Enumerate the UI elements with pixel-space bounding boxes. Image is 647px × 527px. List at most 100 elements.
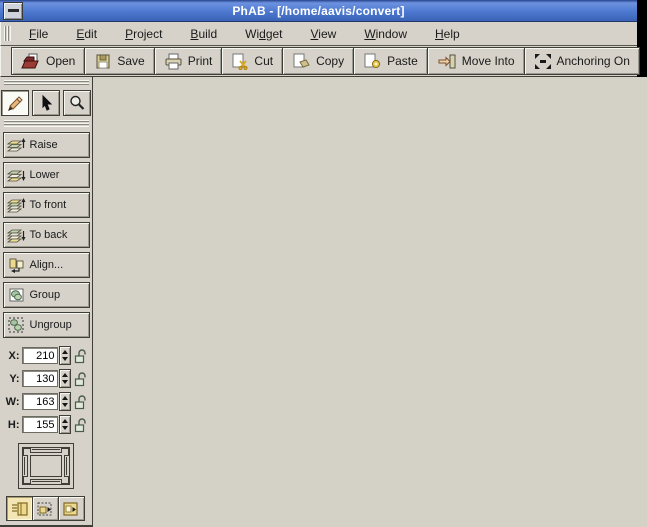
unlock-icon [74,371,87,387]
y-row: Y: [4,369,89,389]
anchoring-label: Anchoring On [557,54,630,68]
to-back-button[interactable]: To back [3,222,90,248]
unlock-icon [74,348,87,364]
copy-label: Copy [316,54,344,68]
group-icon [7,287,27,303]
x-lock-button[interactable] [73,347,89,365]
move-into-label: Move Into [462,54,515,68]
print-label: Print [188,54,213,68]
anchoring-toggle-button[interactable]: Anchoring On [524,47,640,75]
copy-button[interactable]: Copy [282,47,354,75]
shrink-panel-icon [36,501,55,517]
raise-label: Raise [30,139,58,151]
tool-palette [1,90,91,116]
align-button[interactable]: Align... [3,252,90,278]
draw-tool-button[interactable] [1,90,29,116]
anchor-corner-bottom-right[interactable] [62,477,70,485]
select-tool-button[interactable] [32,90,60,116]
panel-grip-mid[interactable] [4,120,89,126]
ungroup-button[interactable]: Ungroup [3,312,90,338]
paste-label: Paste [387,54,418,68]
menu-item-window[interactable]: Window [362,25,409,43]
h-label: H: [4,419,20,431]
magnifier-icon [68,94,86,113]
menu-item-file[interactable]: File [27,25,50,43]
grow-panel-button[interactable] [58,496,85,521]
lower-button[interactable]: Lower [3,162,90,188]
h-field[interactable] [22,416,58,433]
anchor-editor[interactable] [18,443,74,489]
anchor-corner-bottom-left[interactable] [22,477,30,485]
w-label: W: [4,396,20,408]
x-row: X: [4,346,89,366]
x-label: X: [4,350,20,362]
toolbar: Open Save Print [0,45,637,77]
align-label: Align... [30,259,64,271]
y-field[interactable] [22,370,58,387]
geometry-section: X: Y: W: [4,346,89,435]
ungroup-icon [7,317,27,333]
panel-mode-buttons [7,496,85,521]
phab-window-top: PhAB - [/home/aavis/convert] File Edit P… [0,0,637,77]
pencil-icon [5,94,25,113]
w-spinner[interactable] [59,392,71,411]
anchor-bar-left[interactable] [22,455,28,477]
save-button[interactable]: Save [84,47,154,75]
to-back-icon [7,227,27,243]
arrange-section: Raise Lower To front [3,132,90,338]
menu-item-help[interactable]: Help [433,25,462,43]
menubar-grip[interactable] [4,26,11,41]
grow-panel-icon [62,501,81,517]
to-front-icon [7,197,27,213]
menu-item-project[interactable]: Project [123,25,164,43]
module-list-icon [10,501,30,517]
titlebar[interactable]: PhAB - [/home/aavis/convert] [0,0,637,22]
x-spinner[interactable] [59,346,71,365]
print-button[interactable]: Print [154,47,223,75]
menu-item-widget[interactable]: Widget [243,25,284,43]
open-button[interactable]: Open [11,47,85,75]
to-front-button[interactable]: To front [3,192,90,218]
paste-button[interactable]: Paste [353,47,428,75]
module-list-button[interactable] [6,496,33,521]
cut-button[interactable]: Cut [221,47,283,75]
x-field[interactable] [22,347,58,364]
anchor-bar-top[interactable] [30,447,62,453]
group-button[interactable]: Group [3,282,90,308]
w-lock-button[interactable] [73,393,89,411]
anchor-bar-bottom[interactable] [30,479,62,485]
to-front-label: To front [30,199,67,211]
side-panel: Raise Lower To front [0,77,93,527]
y-lock-button[interactable] [73,370,89,388]
menu-item-edit[interactable]: Edit [74,25,99,43]
save-icon [94,53,112,70]
w-row: W: [4,392,89,412]
panel-grip-top[interactable] [4,80,89,86]
menu-item-view[interactable]: View [309,25,339,43]
anchor-bar-right[interactable] [64,455,70,477]
h-spinner[interactable] [59,415,71,434]
w-field[interactable] [22,393,58,410]
workspace-canvas[interactable] [0,77,647,527]
raise-button[interactable]: Raise [3,132,90,158]
y-spinner[interactable] [59,369,71,388]
cut-label: Cut [254,54,273,68]
h-lock-button[interactable] [73,416,89,434]
group-label: Group [30,289,61,301]
h-row: H: [4,415,89,435]
copy-icon [292,53,311,70]
ungroup-label: Ungroup [30,319,72,331]
menu-item-build[interactable]: Build [188,25,219,43]
anchor-corner-top-right[interactable] [62,447,70,455]
raise-icon [7,137,27,153]
move-into-button[interactable]: Move Into [427,47,525,75]
lower-icon [7,167,27,183]
anchor-corner-top-left[interactable] [22,447,30,455]
y-label: Y: [4,373,20,385]
magnify-tool-button[interactable] [63,90,91,116]
save-label: Save [117,54,144,68]
window-title: PhAB - [/home/aavis/convert] [0,4,637,18]
anchor-inner-square [30,455,62,477]
shrink-panel-button[interactable] [32,496,59,521]
open-icon [21,53,41,70]
